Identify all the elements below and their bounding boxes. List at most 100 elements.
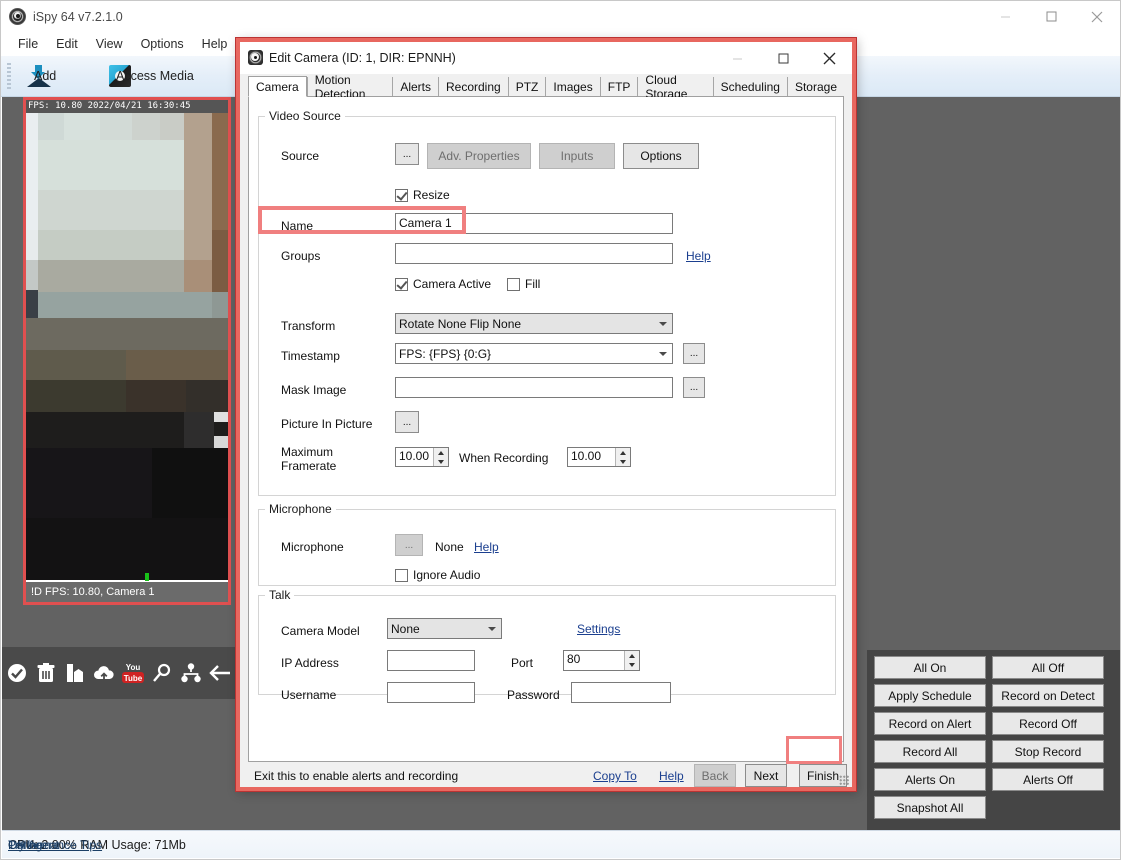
max-framerate-arrows[interactable] [433,448,448,466]
snapshot-all-button[interactable]: Snapshot All [874,796,986,819]
record-all-button[interactable]: Record All [874,740,986,763]
footer-help-link[interactable]: Help [659,769,684,783]
resize-label: Resize [413,188,450,202]
close-icon[interactable] [1074,1,1120,32]
when-recording-arrows[interactable] [615,448,630,466]
transform-label: Transform [281,319,336,333]
resize-checkbox[interactable]: Resize [395,188,450,202]
transform-select[interactable]: Rotate None Flip None [395,313,673,334]
groups-input[interactable] [395,243,673,264]
check-circle-icon[interactable] [2,647,31,699]
dialog-minimize-icon[interactable] [714,42,760,74]
password-input[interactable] [571,682,671,703]
maximize-icon[interactable] [1028,1,1074,32]
menu-item-options[interactable]: Options [132,34,193,54]
dialog-maximize-icon[interactable] [760,42,806,74]
tab-storage[interactable]: Storage [786,77,844,96]
camera-model-value: None [391,621,420,636]
app-title: iSpy 64 v7.2.1.0 [33,9,123,24]
adv-properties-button[interactable]: Adv. Properties [427,143,531,169]
ignore-audio-checkbox-box [395,568,408,582]
menu-item-help[interactable]: Help [193,34,237,54]
username-input[interactable] [387,682,475,703]
tab-scheduling[interactable]: Scheduling [712,77,787,96]
microphone-help-link[interactable]: Help [474,540,499,554]
apply-schedule-button[interactable]: Apply Schedule [874,684,986,707]
options-button[interactable]: Options [623,143,699,169]
main-window-controls [982,1,1120,32]
groups-help-link[interactable]: Help [686,249,711,263]
video-source-group: Video Source Source ... Adv. Properties … [258,109,836,496]
stop-record-button[interactable]: Stop Record [992,740,1104,763]
next-button[interactable]: Next [745,764,787,787]
port-spinner[interactable]: 80 [563,650,640,671]
when-recording-spinner[interactable]: 10.00 [567,447,631,467]
trash-icon[interactable] [31,647,60,699]
camera-model-select[interactable]: None [387,618,502,639]
try-agent-link[interactable]: Try Agent [8,838,59,852]
pip-browse-button[interactable]: ... [395,411,419,433]
max-framerate-spinner[interactable]: 10.00 [395,447,449,467]
chevron-down-icon [659,321,667,326]
tab-camera[interactable]: Camera [248,76,307,97]
timestamp-select[interactable]: FPS: {FPS} {0:G} [395,343,673,364]
network-share-icon[interactable] [176,647,205,699]
fill-checkbox[interactable]: Fill [507,277,540,291]
alerts-off-button[interactable]: Alerts Off [992,768,1104,791]
ignore-audio-checkbox[interactable]: Ignore Audio [395,568,480,582]
tab-recording[interactable]: Recording [438,77,508,96]
edit-camera-dialog: Edit Camera (ID: 1, DIR: EPNNH) Camera M… [236,38,856,791]
record-on-detect-button[interactable]: Record on Detect [992,684,1104,707]
tab-images[interactable]: Images [545,77,600,96]
camera-active-checkbox-box [395,277,408,291]
source-browse-button[interactable]: ... [395,143,419,165]
timestamp-label: Timestamp [281,349,340,363]
microphone-browse-button[interactable]: ... [395,534,423,556]
mask-browse-button[interactable]: ... [683,377,705,398]
inputs-button[interactable]: Inputs [539,143,615,169]
control-row: Record All Stop Record [870,740,1117,763]
back-button[interactable]: Back [694,764,736,787]
port-arrows[interactable] [624,651,639,670]
spinner-up-icon [625,651,639,661]
dialog-resize-grip[interactable] [839,775,849,785]
tab-cloud-storage[interactable]: Cloud Storage [637,73,713,101]
ip-address-input[interactable] [387,650,475,671]
minimize-icon[interactable] [982,1,1028,32]
mask-image-label: Mask Image [281,383,347,397]
menu-item-file[interactable]: File [9,34,47,54]
cloud-upload-icon[interactable] [89,647,118,699]
camera-preview-panel[interactable]: FPS: 10.80 2022/04/21 16:30:45 !D FPS: 1… [23,97,231,605]
talk-settings-link[interactable]: Settings [577,622,620,636]
mask-image-input[interactable] [395,377,673,398]
spinner-down-icon [616,457,630,466]
global-controls-panel: All On All Off Apply Schedule Record on … [867,650,1120,832]
camera-active-checkbox[interactable]: Camera Active [395,277,491,291]
all-off-button[interactable]: All Off [992,656,1104,679]
access-media-button-label: Access Media [116,69,194,83]
toolbar-grip[interactable] [7,63,11,89]
tab-motion-detection[interactable]: Motion Detection [306,73,393,101]
youtube-icon[interactable]: You Tube [118,647,147,699]
magnifier-icon[interactable] [147,647,176,699]
menu-item-view[interactable]: View [87,34,132,54]
tab-ptz[interactable]: PTZ [507,77,546,96]
recording-led-icon [145,573,149,581]
alerts-on-button[interactable]: Alerts On [874,768,986,791]
record-off-button[interactable]: Record Off [992,712,1104,735]
access-media-button[interactable]: Access Media [99,56,194,97]
menu-item-edit[interactable]: Edit [47,34,87,54]
book-icon[interactable] [60,647,89,699]
when-recording-label: When Recording [459,451,549,465]
copy-to-link[interactable]: Copy To [593,769,637,783]
back-arrow-icon[interactable] [205,647,234,699]
add-button[interactable]: Add [17,56,61,97]
name-input[interactable]: Camera 1 [395,213,673,234]
tab-ftp[interactable]: FTP [599,77,638,96]
record-on-alert-button[interactable]: Record on Alert [874,712,986,735]
tab-alerts[interactable]: Alerts [392,77,438,96]
camera-preview-image[interactable]: FPS: 10.80 2022/04/21 16:30:45 !D FPS: 1… [26,100,228,602]
timestamp-browse-button[interactable]: ... [683,343,705,364]
dialog-close-icon[interactable] [806,42,852,74]
all-on-button[interactable]: All On [874,656,986,679]
